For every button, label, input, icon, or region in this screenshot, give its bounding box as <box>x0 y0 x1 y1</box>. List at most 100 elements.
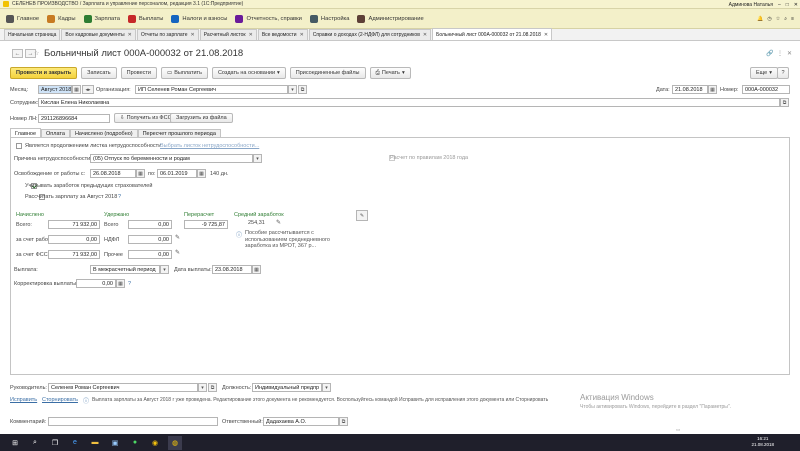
edit-pencil-icon[interactable]: ✎ <box>175 249 180 256</box>
responsible-open-icon[interactable]: ⧉ <box>339 417 348 426</box>
close-tab-icon[interactable]: ✕ <box>300 32 304 38</box>
other-field[interactable]: 0,00 <box>128 250 172 259</box>
section-money[interactable]: Выплаты <box>127 9 163 29</box>
windows-start-icon[interactable]: ⊞ <box>8 436 22 450</box>
ln-field[interactable]: 291126896684 <box>38 114 110 123</box>
close-tab-icon[interactable]: ✕ <box>249 32 253 38</box>
edit-pencil-icon[interactable]: ✎ <box>175 234 180 241</box>
pay-button[interactable]: ▭ Выплатить <box>161 67 208 79</box>
correction-help[interactable]: ? <box>128 281 131 287</box>
section-percent[interactable]: Налоги и взносы <box>171 9 227 29</box>
open-tab-6[interactable]: Больничный лист 000А-000032 от 21.08.201… <box>432 28 553 40</box>
minimize-icon[interactable]: – <box>778 2 781 8</box>
open-tab-5[interactable]: Справки о доходах (2-НДФЛ) для сотрудник… <box>308 29 432 40</box>
calendar-icon[interactable]: ▦ <box>708 85 717 94</box>
system-clock[interactable]: 16:21 21.08.2018 <box>751 436 774 448</box>
help-button[interactable]: ? <box>777 67 789 79</box>
post-and-close-button[interactable]: Провести и закрыть <box>10 67 78 79</box>
head-dropdown-icon[interactable]: ▾ <box>198 383 207 392</box>
employee-field[interactable]: Кислан Елена Николаевна <box>38 98 780 107</box>
whatsapp-icon[interactable]: ● <box>128 436 142 450</box>
section-settings[interactable]: Настройка <box>309 9 349 29</box>
section-wallet[interactable]: Зарплата <box>83 9 120 29</box>
recalc-field[interactable]: -9 725,87 <box>184 220 228 229</box>
star-icon[interactable]: ☆ <box>776 16 780 22</box>
menu-icon[interactable]: ≡ <box>791 16 794 22</box>
cancel-link[interactable]: Сторнировать <box>42 397 78 403</box>
responsible-field[interactable]: Дадахаева А.О. <box>263 417 339 426</box>
open-tab-3[interactable]: Расчетный листок ✕ <box>199 29 257 40</box>
edge-icon[interactable]: e <box>68 436 82 450</box>
fix-link[interactable]: Исправить <box>10 397 37 403</box>
section-admin[interactable]: Администрирование <box>357 9 424 29</box>
bookmark-icon[interactable]: ☆ <box>34 50 39 57</box>
date-field[interactable]: 21.08.2018 <box>672 85 708 94</box>
link-icon[interactable]: 🔗 <box>766 50 773 57</box>
close-tab-icon[interactable]: ✕ <box>544 32 548 38</box>
month-stepper[interactable]: ◂▸ <box>82 85 94 94</box>
calendar-icon[interactable]: ▦ <box>136 169 145 178</box>
post-button[interactable]: Провести <box>120 67 158 79</box>
more-button[interactable]: Еще ▾ <box>750 67 778 79</box>
position-field[interactable]: Индивидуальный предпр <box>252 383 322 392</box>
head-field[interactable]: Селенев Роман Сергеевич <box>48 383 198 392</box>
withheld-total-field[interactable]: 0,00 <box>128 220 172 229</box>
month-field[interactable]: Август 2018 <box>38 85 72 94</box>
chrome-icon[interactable]: ◉ <box>148 436 162 450</box>
close-tab-icon[interactable]: ✕ <box>128 32 132 38</box>
section-people[interactable]: Кадры <box>47 9 76 29</box>
organization-field[interactable]: ИП Селенев Роман Сергеевич <box>135 85 288 94</box>
more-icon[interactable]: ⋮ <box>777 50 783 57</box>
correction-field[interactable]: 0,00 <box>76 279 116 288</box>
open-tab-4[interactable]: Все ведомости ✕ <box>257 29 308 40</box>
edit-pencil-icon[interactable]: ✎ <box>276 219 281 226</box>
calendar-icon[interactable]: ▦ <box>197 169 206 178</box>
user-name[interactable]: Админова Наталья <box>729 2 773 8</box>
edit-avg-button[interactable]: ✎ <box>356 210 368 221</box>
attached-files-button[interactable]: Присоединенные файлы <box>289 67 366 79</box>
fss-field[interactable]: 71 932,00 <box>48 250 100 259</box>
store-icon[interactable]: ▣ <box>108 436 122 450</box>
comment-field[interactable] <box>48 417 218 426</box>
employee-open-icon[interactable]: ⧉ <box>780 98 789 107</box>
bell-icon[interactable]: 🔔 <box>757 16 763 22</box>
release-to-field[interactable]: 06.01.2019 <box>157 169 197 178</box>
payout-field[interactable]: В межрасчетный период <box>90 265 160 274</box>
number-field[interactable]: 000А-000032 <box>742 85 790 94</box>
employer-field[interactable]: 0,00 <box>48 235 100 244</box>
open-tab-2[interactable]: Отчеты по зарплате ✕ <box>136 29 199 40</box>
continuation-checkbox[interactable] <box>16 143 22 149</box>
close-tab-icon[interactable]: ✕ <box>423 32 427 38</box>
close-form-icon[interactable]: ✕ <box>787 50 792 57</box>
load-from-file-button[interactable]: Загрузить из файла <box>170 113 233 123</box>
calc-salary-help[interactable]: ? <box>118 194 121 200</box>
total-field[interactable]: 71 932,00 <box>48 220 100 229</box>
close-tab-icon[interactable]: ✕ <box>191 32 195 38</box>
position-dropdown-icon[interactable]: ▾ <box>322 383 331 392</box>
section-report[interactable]: Отчетность, справки <box>235 9 302 29</box>
org-open-icon[interactable]: ⧉ <box>298 85 307 94</box>
1c-app-icon[interactable]: ◍ <box>168 435 182 450</box>
calendar-icon[interactable]: ▦ <box>72 85 81 94</box>
select-sick-leave-link[interactable]: Выбрать листок нетрудоспособности... <box>160 143 259 149</box>
section-menu[interactable]: Главное <box>6 9 39 29</box>
reason-dropdown-icon[interactable]: ▾ <box>253 154 262 163</box>
open-tab-0[interactable]: Начальная страница <box>4 29 61 40</box>
search-icon[interactable]: ⌕ <box>28 436 42 450</box>
calculator-icon[interactable]: ▦ <box>116 279 125 288</box>
reason-field[interactable]: (05) Отпуск по беременности и родам <box>90 154 253 163</box>
search-icon[interactable]: ⌕ <box>784 16 787 22</box>
save-button[interactable]: Записать <box>81 67 117 79</box>
explorer-icon[interactable]: ▬ <box>88 436 102 450</box>
payout-date-field[interactable]: 23.08.2018 <box>212 265 252 274</box>
maximize-icon[interactable]: □ <box>786 2 789 8</box>
head-open-icon[interactable]: ⧉ <box>208 383 217 392</box>
create-based-button[interactable]: Создать на основании ▾ <box>211 67 286 79</box>
ndfl-field[interactable]: 0,00 <box>128 235 172 244</box>
task-view-icon[interactable]: ❐ <box>48 436 62 450</box>
get-from-fss-button[interactable]: ⇩ Получить из ФСС <box>114 113 178 123</box>
history-icon[interactable]: ◷ <box>767 16 771 22</box>
calendar-icon[interactable]: ▦ <box>252 265 261 274</box>
payout-dropdown-icon[interactable]: ▾ <box>160 265 169 274</box>
print-button[interactable]: ⎙ Печать ▾ <box>369 67 411 79</box>
